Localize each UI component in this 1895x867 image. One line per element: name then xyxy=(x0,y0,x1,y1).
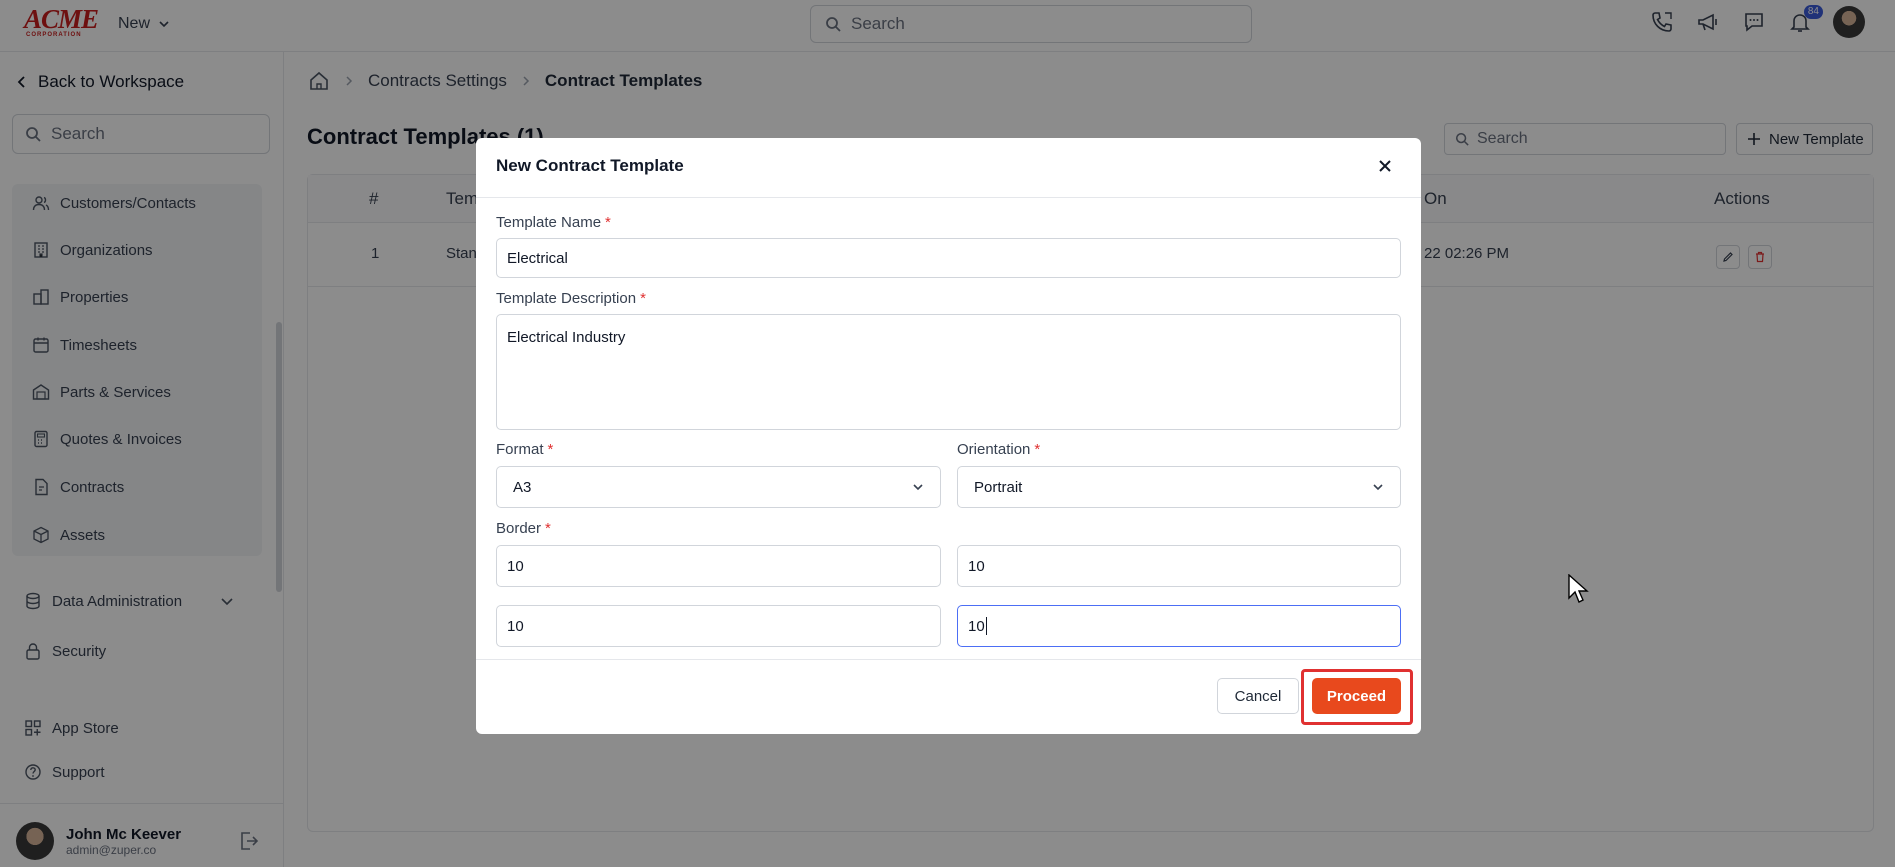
format-value: A3 xyxy=(513,478,532,496)
border-right-value: 10 xyxy=(968,557,985,575)
orientation-value: Portrait xyxy=(974,478,1023,496)
border-top-value: 10 xyxy=(507,557,524,575)
text-caret xyxy=(985,617,987,635)
cancel-button[interactable]: Cancel xyxy=(1217,678,1299,714)
chevron-down-icon xyxy=(913,484,923,491)
border-bottom-input[interactable]: 10 xyxy=(496,605,941,647)
border-left-value: 10 xyxy=(968,617,985,635)
border-left-input[interactable]: 10 xyxy=(957,605,1401,647)
proceed-button[interactable]: Proceed xyxy=(1312,678,1401,714)
dialog-header-divider xyxy=(476,197,1421,198)
template-description-textarea[interactable]: Electrical Industry xyxy=(496,314,1401,430)
template-name-input[interactable]: Electrical xyxy=(496,238,1401,278)
border-bottom-value: 10 xyxy=(507,617,524,635)
chevron-down-icon xyxy=(1373,484,1383,491)
template-description-label: Template Description * xyxy=(496,290,646,307)
cancel-label: Cancel xyxy=(1234,687,1282,705)
close-icon[interactable] xyxy=(1375,156,1395,176)
template-name-value: Electrical xyxy=(507,249,568,267)
new-contract-template-dialog: New Contract Template Template Name * Ele… xyxy=(476,138,1421,734)
mouse-cursor-icon xyxy=(1568,573,1590,609)
border-right-input[interactable]: 10 xyxy=(957,545,1401,587)
format-select[interactable]: A3 xyxy=(496,466,941,508)
format-label: Format * xyxy=(496,441,554,458)
dialog-footer-divider xyxy=(476,659,1421,660)
dialog-title: New Contract Template xyxy=(496,156,684,175)
orientation-select[interactable]: Portrait xyxy=(957,466,1401,508)
orientation-label: Orientation * xyxy=(957,441,1041,458)
proceed-label: Proceed xyxy=(1326,687,1387,705)
template-name-label: Template Name * xyxy=(496,214,611,231)
border-top-input[interactable]: 10 xyxy=(496,545,941,587)
border-label: Border * xyxy=(496,520,551,537)
template-description-value: Electrical Industry xyxy=(507,329,626,346)
